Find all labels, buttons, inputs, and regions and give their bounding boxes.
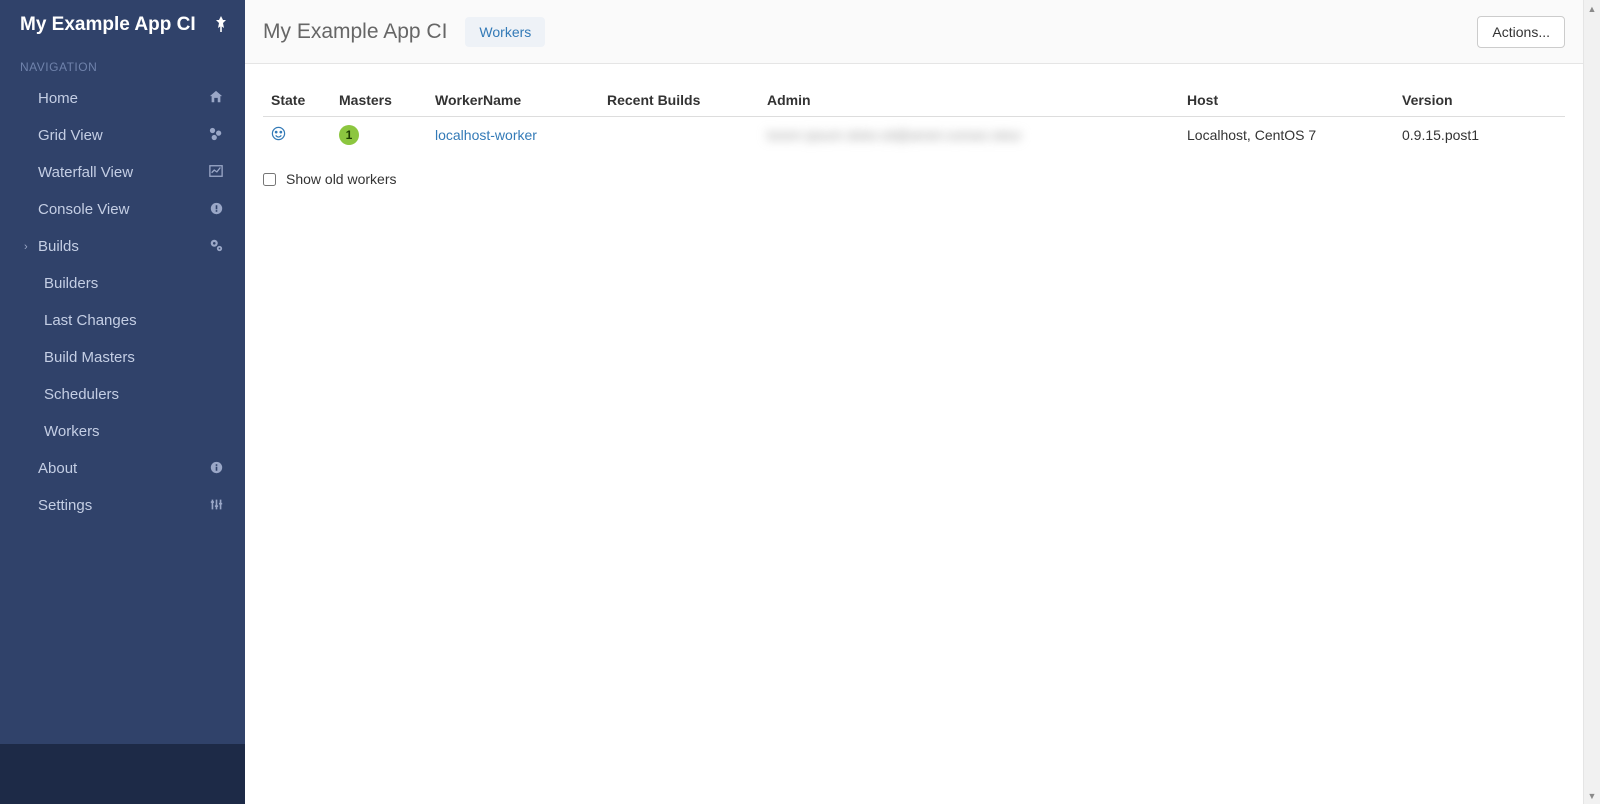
sidebar-subitem-last-changes[interactable]: Last Changes	[0, 302, 245, 339]
sidebar-item-label: About	[38, 460, 77, 477]
th-host[interactable]: Host	[1179, 84, 1394, 117]
cell-state	[263, 117, 331, 154]
show-old-label: Show old workers	[286, 171, 397, 187]
sidebar-footer	[0, 744, 245, 804]
show-old-checkbox[interactable]	[263, 173, 276, 186]
sidebar-item-grid-view[interactable]: Grid View	[0, 117, 245, 154]
cell-masters: 1	[331, 117, 427, 154]
chevron-right-icon: ›	[24, 241, 32, 253]
scroll-up-icon[interactable]: ▲	[1584, 0, 1600, 17]
cell-admin: lorem ipsum dolor.sit@amet-consec.tetur	[759, 117, 1179, 154]
topbar: My Example App CI Workers Actions...	[245, 0, 1583, 64]
sidebar: My Example App CI NAVIGATION Home Grid V…	[0, 0, 245, 804]
th-admin[interactable]: Admin	[759, 84, 1179, 117]
gears-icon	[207, 238, 225, 255]
actions-button[interactable]: Actions...	[1477, 16, 1565, 48]
table-row: 1 localhost-worker lorem ipsum dolor.sit…	[263, 117, 1565, 154]
scroll-down-icon[interactable]: ▼	[1584, 787, 1600, 804]
sidebar-item-console-view[interactable]: Console View	[0, 191, 245, 228]
sidebar-subitem-build-masters[interactable]: Build Masters	[0, 339, 245, 376]
worker-name-link[interactable]: localhost-worker	[435, 127, 537, 143]
sidebar-item-label: Settings	[38, 497, 92, 514]
scrollbar[interactable]: ▲ ▼	[1583, 0, 1600, 804]
nav-section-label: NAVIGATION	[0, 50, 245, 80]
app-name: My Example App CI	[20, 14, 196, 36]
main: My Example App CI Workers Actions... Sta…	[245, 0, 1583, 804]
masters-badge: 1	[339, 125, 359, 145]
sidebar-item-label: Home	[38, 90, 78, 107]
sidebar-item-label: Builders	[44, 275, 98, 292]
info-icon	[207, 461, 225, 477]
smile-icon	[271, 128, 286, 145]
th-recent-builds[interactable]: Recent Builds	[599, 84, 759, 117]
th-version[interactable]: Version	[1394, 84, 1565, 117]
table-header-row: State Masters WorkerName Recent Builds A…	[263, 84, 1565, 117]
grid-icon	[207, 127, 225, 144]
cell-host: Localhost, CentOS 7	[1179, 117, 1394, 154]
sidebar-subitem-workers[interactable]: Workers	[0, 413, 245, 450]
sidebar-item-label: Builds	[38, 238, 79, 255]
sidebar-subitem-builders[interactable]: Builders	[0, 265, 245, 302]
sidebar-item-waterfall-view[interactable]: Waterfall View	[0, 154, 245, 191]
sidebar-item-label: Workers	[44, 423, 100, 440]
sliders-icon	[207, 498, 225, 514]
cell-recent-builds	[599, 117, 759, 154]
sidebar-item-label: Build Masters	[44, 349, 135, 366]
admin-value: lorem ipsum dolor.sit@amet-consec.tetur	[767, 127, 1022, 143]
content: State Masters WorkerName Recent Builds A…	[245, 64, 1583, 207]
sidebar-item-label: Waterfall View	[38, 164, 133, 181]
cell-version: 0.9.15.post1	[1394, 117, 1565, 154]
sidebar-subitem-schedulers[interactable]: Schedulers	[0, 376, 245, 413]
sidebar-item-about[interactable]: About	[0, 450, 245, 487]
sidebar-header: My Example App CI	[0, 0, 245, 50]
sidebar-item-settings[interactable]: Settings	[0, 487, 245, 524]
cell-worker-name: localhost-worker	[427, 117, 599, 154]
page-title: My Example App CI	[263, 20, 447, 44]
sidebar-item-label: Schedulers	[44, 386, 119, 403]
th-state[interactable]: State	[263, 84, 331, 117]
th-worker-name[interactable]: WorkerName	[427, 84, 599, 117]
workers-table: State Masters WorkerName Recent Builds A…	[263, 84, 1565, 153]
home-icon	[207, 90, 225, 107]
sidebar-item-label: Grid View	[38, 127, 103, 144]
alert-icon	[207, 202, 225, 218]
sidebar-item-label: Last Changes	[44, 312, 137, 329]
chart-icon	[207, 164, 225, 181]
show-old-workers[interactable]: Show old workers	[263, 171, 1565, 187]
tab-workers[interactable]: Workers	[465, 17, 545, 47]
pin-icon[interactable]	[215, 16, 227, 35]
th-masters[interactable]: Masters	[331, 84, 427, 117]
sidebar-item-label: Console View	[38, 201, 129, 218]
sidebar-item-builds[interactable]: › Builds	[0, 228, 245, 265]
sidebar-item-home[interactable]: Home	[0, 80, 245, 117]
